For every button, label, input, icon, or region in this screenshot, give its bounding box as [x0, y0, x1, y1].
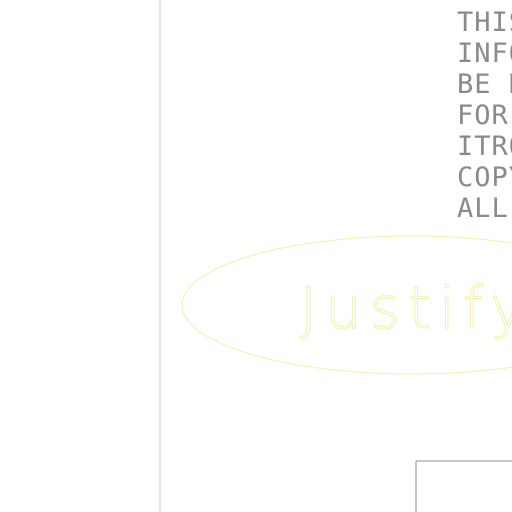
justify-stamp: Justify — [181, 235, 512, 375]
note-line-6: COPYR — [457, 162, 512, 193]
note-line-3: BE DUP — [457, 69, 512, 100]
drawing-sheet: THIS I INFORM BE DUP FOR AN ITRON COPYR … — [159, 0, 512, 512]
note-line-1: THIS I — [457, 7, 512, 38]
drawing-canvas: THIS I INFORM BE DUP FOR AN ITRON COPYR … — [0, 0, 512, 512]
note-line-2: INFORM — [457, 38, 512, 69]
copyright-note: THIS I INFORM BE DUP FOR AN ITRON COPYR … — [457, 7, 512, 224]
stamp-text: Justify — [300, 274, 512, 342]
note-line-7: ALL RI — [457, 193, 512, 224]
note-line-4: FOR AN — [457, 100, 512, 131]
title-block — [415, 460, 512, 512]
note-line-5: ITRON — [457, 131, 512, 162]
